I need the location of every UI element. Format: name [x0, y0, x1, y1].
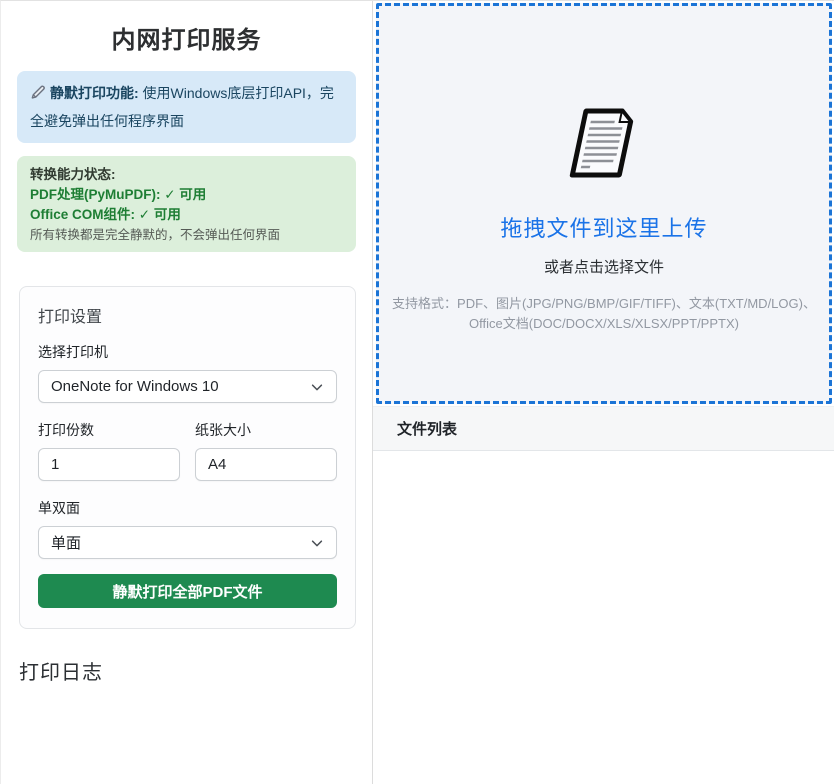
status-pdf-line: PDF处理(PyMuPDF): ✓ 可用: [30, 185, 343, 205]
status-note: 所有转换都是完全静默的，不会弹出任何界面: [30, 226, 343, 244]
info-banner-label: 静默打印功能:: [50, 85, 139, 101]
copies-input[interactable]: [38, 448, 180, 481]
dropzone-supported-formats: 支持格式：PDF、图片(JPG/PNG/BMP/GIF/TIFF)、文本(TXT…: [388, 294, 820, 334]
paper-size-input[interactable]: [195, 448, 337, 481]
chevron-down-icon: [310, 536, 324, 550]
duplex-select-value: 单面: [51, 532, 81, 553]
app-root: 内网打印服务 静默打印功能: 使用Windows底层打印API，完全避免弹出任何…: [0, 0, 834, 784]
file-dropzone[interactable]: 拖拽文件到这里上传 或者点击选择文件 支持格式：PDF、图片(JPG/PNG/B…: [376, 3, 832, 404]
silent-print-all-button[interactable]: 静默打印全部PDF文件: [38, 574, 337, 608]
page-title: 内网打印服务: [1, 20, 372, 55]
paper-size-label: 纸张大小: [195, 420, 337, 440]
print-log-title: 打印日志: [19, 656, 372, 685]
main-panel: 拖拽文件到这里上传 或者点击选择文件 支持格式：PDF、图片(JPG/PNG/B…: [373, 1, 834, 784]
silent-print-info-banner: 静默打印功能: 使用Windows底层打印API，完全避免弹出任何程序界面: [17, 71, 356, 143]
printer-select[interactable]: OneNote for Windows 10: [38, 370, 337, 403]
file-list-header: 文件列表: [373, 406, 834, 451]
chevron-down-icon: [310, 380, 324, 394]
duplex-select[interactable]: 单面: [38, 526, 337, 559]
dropzone-title: 拖拽文件到这里上传: [500, 211, 707, 243]
document-icon: [566, 106, 642, 185]
dropzone-subtitle: 或者点击选择文件: [544, 256, 664, 277]
copies-label: 打印份数: [38, 420, 180, 440]
left-panel: 内网打印服务 静默打印功能: 使用Windows底层打印API，完全避免弹出任何…: [1, 1, 373, 784]
status-title: 转换能力状态:: [30, 165, 343, 185]
status-office-line: Office COM组件: ✓ 可用: [30, 205, 343, 225]
printer-select-label: 选择打印机: [38, 342, 337, 362]
printer-select-value: OneNote for Windows 10: [51, 378, 219, 395]
duplex-label: 单双面: [38, 498, 337, 518]
conversion-status-banner: 转换能力状态: PDF处理(PyMuPDF): ✓ 可用 Office COM组…: [17, 156, 356, 252]
pen-icon: [30, 82, 46, 108]
print-settings-title: 打印设置: [38, 303, 337, 327]
file-list: [373, 451, 834, 784]
file-list-title: 文件列表: [397, 418, 457, 439]
print-settings-card: 打印设置 选择打印机 OneNote for Windows 10 打印份数 纸…: [19, 286, 356, 629]
